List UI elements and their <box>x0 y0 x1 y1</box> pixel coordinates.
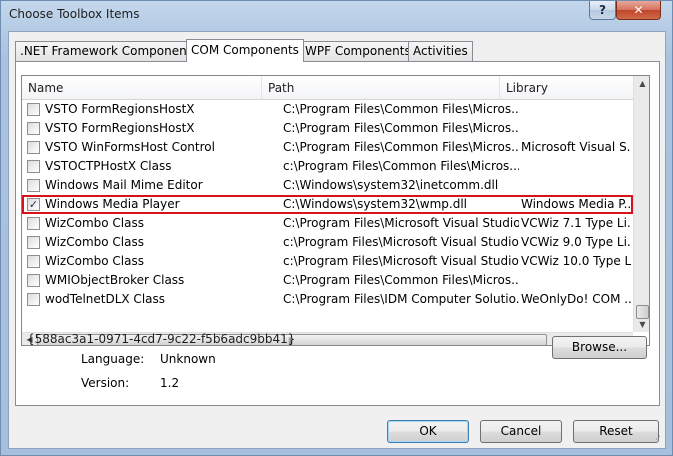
window-title: Choose Toolbox Items <box>9 7 140 21</box>
row-checkbox[interactable] <box>27 293 40 306</box>
row-path: c:\Program Files\Microsoft Visual Studio… <box>283 254 519 268</box>
row-path: C:\Program Files\Microsoft Visual Studio… <box>283 216 519 230</box>
list-row[interactable]: Windows Mail Mime Editor C:\Windows\syst… <box>22 176 633 195</box>
row-name: VSTO FormRegionsHostX <box>45 102 195 116</box>
list-row[interactable]: VSTOCTPHostX Class c:\Program Files\Comm… <box>22 157 633 176</box>
row-library: Windows Media P... <box>521 197 631 211</box>
row-library: VCWiz 7.1 Type Li... <box>521 216 631 230</box>
row-checkbox[interactable] <box>27 141 40 154</box>
close-button[interactable]: ✕ <box>616 1 661 20</box>
row-checkbox[interactable] <box>27 274 40 287</box>
row-checkbox[interactable] <box>27 255 40 268</box>
language-label: Language: <box>81 352 145 366</box>
row-path: C:\Program Files\Common Files\Micros... <box>283 140 519 154</box>
row-library <box>521 157 631 176</box>
column-header-name[interactable]: Name <box>22 76 262 100</box>
row-library <box>521 271 631 290</box>
row-name: Windows Media Player <box>45 197 180 211</box>
row-path: C:\Program Files\Common Files\Micros... <box>283 102 519 116</box>
list-row[interactable]: WizCombo Class c:\Program Files\Microsof… <box>22 233 633 252</box>
row-library <box>521 119 631 138</box>
row-path: C:\Windows\system32\wmp.dll <box>283 197 467 211</box>
help-button[interactable]: ? <box>589 1 616 20</box>
row-checkbox[interactable] <box>27 122 40 135</box>
list-row[interactable]: WizCombo Class C:\Program Files\Microsof… <box>22 214 633 233</box>
row-path: C:\Program Files\Common Files\Micros... <box>283 273 519 287</box>
row-name: WizCombo Class <box>45 216 144 230</box>
list-row[interactable]: wodTelnetDLX Class C:\Program Files\IDM … <box>22 290 633 309</box>
row-path: C:\Program Files\IDM Computer Solutio... <box>283 292 519 306</box>
row-library: WeOnlyDo! COM ... <box>521 292 631 306</box>
column-header-path[interactable]: Path <box>262 76 500 100</box>
ok-button[interactable]: OK <box>387 420 469 443</box>
help-icon: ? <box>599 3 606 17</box>
row-library: VCWiz 10.0 Type Li... <box>521 254 631 268</box>
row-checkbox[interactable] <box>27 217 40 230</box>
components-list[interactable]: Name Path Library VSTO FormRegionsHostX … <box>21 75 650 346</box>
row-checkbox[interactable] <box>27 179 40 192</box>
reset-button[interactable]: Reset <box>573 420 659 443</box>
scroll-down-icon[interactable]: ▼ <box>635 317 649 332</box>
list-row[interactable]: WMIObjectBroker Class C:\Program Files\C… <box>22 271 633 290</box>
row-path: C:\Program Files\Common Files\Micros... <box>283 121 519 135</box>
column-header-library[interactable]: Library <box>500 76 633 100</box>
list-row[interactable]: WizCombo Class c:\Program Files\Microsof… <box>22 252 633 271</box>
row-path: c:\Program Files\Microsoft Visual Studio… <box>283 235 519 249</box>
tab-com-components[interactable]: COM Components <box>186 39 304 62</box>
title-bar[interactable]: Choose Toolbox Items ? ✕ <box>1 1 672 29</box>
language-value: Unknown <box>160 352 216 366</box>
row-path: c:\Program Files\Common Files\Micros... <box>283 159 519 173</box>
list-row[interactable]: VSTO FormRegionsHostX C:\Program Files\C… <box>22 100 633 119</box>
tab-activities[interactable]: Activities <box>408 41 473 61</box>
dialog-window: Choose Toolbox Items ? ✕ .NET Framework … <box>0 0 673 456</box>
list-row[interactable]: VSTO FormRegionsHostX C:\Program Files\C… <box>22 119 633 138</box>
tab-net-framework-components[interactable]: .NET Framework Components <box>15 41 203 61</box>
row-name: VSTO WinFormsHost Control <box>45 140 215 154</box>
row-library: Microsoft Visual S... <box>521 140 631 154</box>
row-library <box>521 100 631 119</box>
row-name: Windows Mail Mime Editor <box>45 178 203 192</box>
version-label: Version: <box>81 376 130 390</box>
row-checkbox[interactable] <box>27 103 40 116</box>
row-checkbox[interactable] <box>27 236 40 249</box>
row-name: WizCombo Class <box>45 235 144 249</box>
row-name: WMIObjectBroker Class <box>45 273 185 287</box>
row-name: wodTelnetDLX Class <box>45 292 166 306</box>
browse-button[interactable]: Browse... <box>552 336 647 359</box>
vertical-scrollbar[interactable]: ▲ ▼ <box>633 76 649 332</box>
list-row-selected[interactable]: ✓ Windows Media Player C:\Windows\system… <box>22 195 633 214</box>
row-checkbox-checked[interactable]: ✓ <box>27 198 40 211</box>
cancel-button[interactable]: Cancel <box>480 420 562 443</box>
row-name: WizCombo Class <box>45 254 144 268</box>
scroll-up-icon[interactable]: ▲ <box>635 76 649 91</box>
resize-grip-icon[interactable]: ⋰ <box>652 435 661 445</box>
row-library: VCWiz 9.0 Type Li... <box>521 235 631 249</box>
row-name: VSTOCTPHostX Class <box>45 159 172 173</box>
list-row[interactable]: VSTO WinFormsHost Control C:\Program Fil… <box>22 138 633 157</box>
version-value: 1.2 <box>160 376 180 390</box>
list-header: Name Path Library <box>22 76 633 100</box>
row-path: C:\Windows\system32\inetcomm.dll <box>283 178 499 192</box>
component-clsid: {588ac3a1-0971-4cd7-9c22-f5b6adc9bb41} <box>27 332 296 346</box>
row-library <box>521 176 631 195</box>
dialog-client-area: .NET Framework Components COM Components… <box>8 31 666 449</box>
tab-wpf-components[interactable]: WPF Components <box>300 41 416 61</box>
list-rows: VSTO FormRegionsHostX C:\Program Files\C… <box>22 100 633 332</box>
row-checkbox[interactable] <box>27 160 40 173</box>
close-icon: ✕ <box>633 3 644 17</box>
row-name: VSTO FormRegionsHostX <box>45 121 195 135</box>
